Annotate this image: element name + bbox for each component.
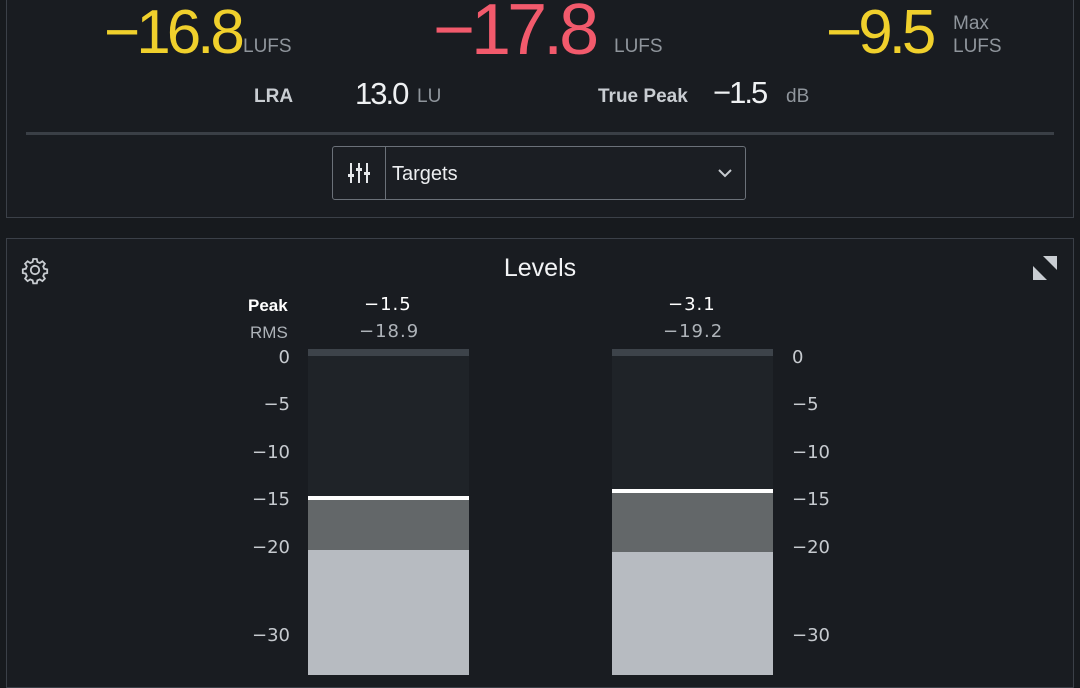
peak-label: Peak xyxy=(248,296,288,315)
lra-label: LRA xyxy=(254,86,294,107)
channel-1-meter xyxy=(308,349,469,675)
levels-panel xyxy=(6,238,1074,688)
short-term-loudness-value: −16.8 xyxy=(104,0,245,67)
max-loudness-value: −9.5 xyxy=(826,0,936,67)
left-scale-label: −5 xyxy=(263,394,290,415)
right-scale-label: −20 xyxy=(792,537,830,558)
channel-2-peak-line xyxy=(612,488,773,493)
left-scale-label: −10 xyxy=(252,442,290,463)
max-loudness-unit: LUFS xyxy=(953,36,1002,57)
channel-1-low-fill xyxy=(308,549,469,675)
right-scale-label: −5 xyxy=(792,394,819,415)
left-scale-label: −15 xyxy=(252,489,290,510)
left-scale-label: −20 xyxy=(252,537,290,558)
expand-icon[interactable] xyxy=(1031,254,1059,287)
channel-2-rms-value: −19.2 xyxy=(663,321,724,342)
right-scale-label: −15 xyxy=(792,489,830,510)
true-peak-label: True Peak xyxy=(598,86,688,107)
loudness-divider xyxy=(26,132,1054,135)
channel-1-rms-fill xyxy=(308,500,469,550)
channel-1-peak-line xyxy=(308,496,469,501)
channel-1-peak-value: −1.5 xyxy=(364,294,412,315)
meter-cap xyxy=(612,349,773,356)
channel-2-peak-value: −3.1 xyxy=(668,294,716,315)
right-scale-label: −30 xyxy=(792,625,830,646)
channel-1-rms-value: −18.9 xyxy=(359,321,420,342)
sliders-icon xyxy=(333,147,386,199)
left-scale-label: 0 xyxy=(278,347,290,368)
targets-dropdown[interactable]: Targets xyxy=(332,146,746,200)
levels-title: Levels xyxy=(503,254,577,282)
meter-cap xyxy=(308,349,469,356)
chevron-down-icon xyxy=(715,163,735,188)
channel-2-rms-fill xyxy=(612,492,773,552)
channel-2-low-fill xyxy=(612,551,773,675)
right-scale-label: 0 xyxy=(792,347,804,368)
integrated-loudness-value: −17.8 xyxy=(433,0,599,70)
true-peak-unit: dB xyxy=(786,86,810,107)
lra-unit: LU xyxy=(417,86,442,107)
short-term-loudness-unit: LUFS xyxy=(243,36,292,57)
right-scale-label: −10 xyxy=(792,442,830,463)
channel-2-meter xyxy=(612,349,773,675)
true-peak-value: −1.5 xyxy=(713,75,768,110)
lra-value: 13.0 xyxy=(355,76,409,111)
targets-label: Targets xyxy=(392,163,458,185)
left-scale-label: −30 xyxy=(252,625,290,646)
max-loudness-label: Max xyxy=(953,13,989,34)
rms-label: RMS xyxy=(250,323,288,342)
integrated-loudness-unit: LUFS xyxy=(614,36,663,57)
